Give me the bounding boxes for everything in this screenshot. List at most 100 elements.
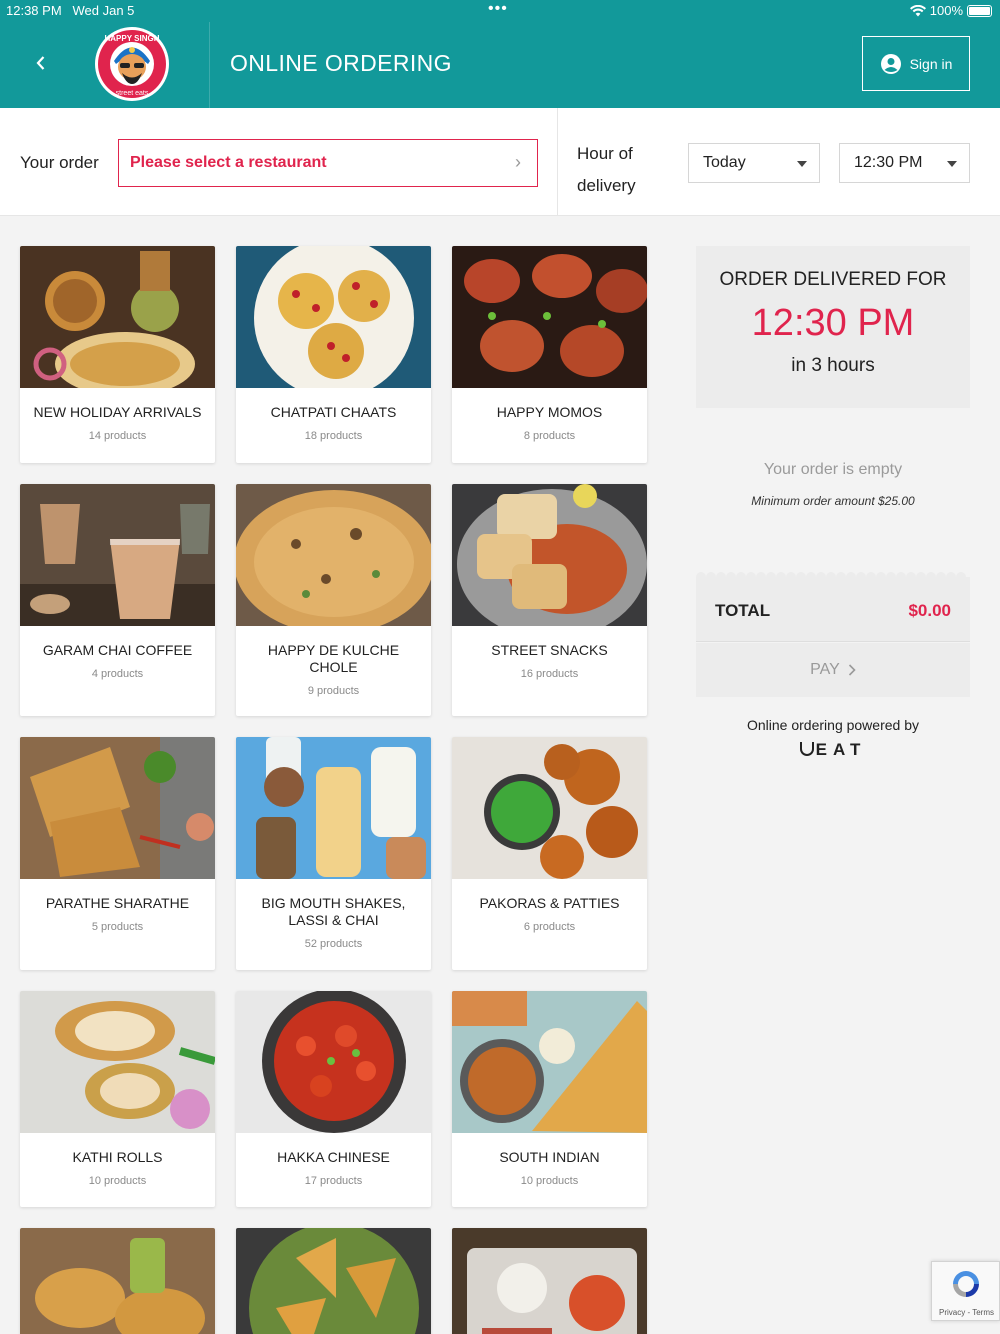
app-header: 12:38 PM Wed Jan 5 ••• 100% HAPPY SINGH … [0, 0, 1000, 108]
category-name: KATHI ROLLS [72, 1149, 163, 1165]
category-image [452, 991, 647, 1133]
category-count: 4 products [91, 668, 144, 680]
page-title: ONLINE ORDERING [230, 50, 452, 76]
category-name: PAKORAS & PATTIES [479, 895, 620, 911]
caret-down-icon [797, 161, 807, 167]
order-delivered-for-label: ORDER DELIVERED FOR [719, 269, 947, 290]
category-card-new-holiday-arrivals[interactable]: NEW HOLIDAY ARRIVALS 14 products [20, 246, 215, 463]
ticket-scallop-edge [696, 397, 970, 408]
restaurant-logo[interactable]: HAPPY SINGH street eats [94, 26, 170, 102]
delivery-time-value: 12:30 PM [854, 154, 923, 171]
category-count: 9 products [307, 685, 360, 697]
delivery-time-display: 12:30 PM [751, 302, 915, 344]
pay-button[interactable]: PAY [696, 643, 970, 697]
category-name: HAKKA CHINESE [277, 1149, 390, 1165]
category-image [236, 484, 431, 626]
logo-text-top: HAPPY SINGH [105, 34, 160, 43]
multitask-dots-icon[interactable]: ••• [488, 0, 508, 18]
category-image [20, 1228, 215, 1334]
category-name: PARATHE SHARATHE [45, 895, 190, 911]
category-card-happy-de-kulche-chole[interactable]: HAPPY DE KULCHE CHOLE 9 products [236, 484, 431, 716]
delivery-time-select[interactable]: 12:30 PM [839, 143, 970, 183]
category-card-street-snacks[interactable]: STREET SNACKS 16 products [452, 484, 647, 716]
delivery-ticket: ORDER DELIVERED FOR 12:30 PM in 3 hours [696, 246, 970, 408]
category-image [452, 1228, 647, 1334]
status-time: 12:38 PM Wed Jan 5 [6, 3, 135, 18]
ueat-logo[interactable]: EAT [696, 740, 970, 760]
delivery-eta: in 3 hours [791, 355, 875, 376]
category-card-south-indian[interactable]: SOUTH INDIAN 10 products [452, 991, 647, 1207]
total-value: $0.00 [908, 601, 951, 620]
chevron-right-icon: › [515, 152, 521, 172]
category-count: 10 products [520, 1175, 579, 1187]
category-card-chatpati-chaats[interactable]: CHATPATI CHAATS 18 products [236, 246, 431, 463]
category-card-big-mouth-shakes[interactable]: BIG MOUTH SHAKES, LASSI & CHAI 52 produc… [236, 737, 431, 970]
category-card-hakka-chinese[interactable]: HAKKA CHINESE 17 products [236, 991, 431, 1207]
restaurant-placeholder: Please select a restaurant [130, 154, 327, 171]
your-order-label: Your order [20, 153, 99, 172]
order-bar-divider [557, 108, 558, 216]
hour-of-delivery-label: Hour of delivery [577, 144, 636, 195]
category-name: HAPPY DE KULCHE CHOLE [267, 642, 400, 675]
category-image [20, 991, 215, 1133]
category-card-partial[interactable] [20, 1228, 215, 1334]
category-image [20, 246, 215, 388]
chevron-left-icon [36, 56, 45, 70]
ueat-u-icon [799, 742, 814, 756]
ueat-brand-text: EAT [815, 740, 867, 759]
category-name: BIG MOUTH SHAKES, LASSI & CHAI [261, 895, 406, 928]
status-bar: 12:38 PM Wed Jan 5 ••• 100% [0, 0, 1000, 22]
category-image [236, 737, 431, 879]
recaptcha-badge[interactable]: Privacy - Terms [931, 1261, 1000, 1321]
happy-singh-logo-icon: HAPPY SINGH street eats [95, 27, 169, 101]
chevron-right-icon [848, 664, 856, 676]
category-card-partial[interactable] [452, 1228, 647, 1334]
category-count: 17 products [304, 1175, 363, 1187]
category-name: STREET SNACKS [491, 642, 608, 658]
category-image [236, 1228, 431, 1334]
category-image [236, 991, 431, 1133]
category-image [20, 737, 215, 879]
category-card-garam-chai-coffee[interactable]: GARAM CHAI COFFEE 4 products [20, 484, 215, 716]
category-image [452, 737, 647, 879]
category-count: 10 products [88, 1175, 147, 1187]
category-image [452, 246, 647, 388]
category-count: 8 products [523, 430, 576, 442]
recaptcha-icon [953, 1271, 979, 1297]
category-card-happy-momos[interactable]: HAPPY MOMOS 8 products [452, 246, 647, 463]
empty-order-label: Your order is empty [763, 461, 903, 478]
category-count: 18 products [304, 430, 363, 442]
total-label: TOTAL [715, 601, 771, 620]
category-card-kathi-rolls[interactable]: KATHI ROLLS 10 products [20, 991, 215, 1207]
category-card-pakoras-patties[interactable]: PAKORAS & PATTIES 6 products [452, 737, 647, 970]
status-right: 100% [909, 3, 992, 18]
user-icon [880, 53, 901, 74]
delivery-day-value: Today [703, 154, 746, 171]
category-card-partial[interactable] [236, 1228, 431, 1334]
category-name: CHATPATI CHAATS [270, 404, 397, 420]
minimum-order-label: Minimum order amount $25.00 [751, 494, 915, 508]
sign-in-button[interactable]: Sign in [862, 36, 970, 91]
recaptcha-links[interactable]: Privacy - Terms [932, 1308, 1000, 1317]
powered-by-label: Online ordering powered by [747, 717, 919, 733]
category-name: GARAM CHAI COFFEE [42, 642, 193, 658]
category-image [20, 484, 215, 626]
category-image [452, 484, 647, 626]
delivery-day-select[interactable]: Today [688, 143, 820, 183]
pay-label: PAY [810, 661, 840, 678]
order-bar: Your order Please select a restaurant › … [0, 108, 1000, 216]
battery-percent: 100% [929, 3, 963, 18]
category-count: 5 products [91, 921, 144, 933]
category-count: 14 products [88, 430, 147, 442]
battery-icon [967, 4, 992, 17]
category-count: 6 products [523, 921, 576, 933]
total-row: TOTAL $0.00 [696, 580, 970, 642]
restaurant-selector[interactable]: Please select a restaurant › [118, 139, 538, 187]
category-name: NEW HOLIDAY ARRIVALS [33, 404, 202, 420]
category-card-parathe-sharathe[interactable]: PARATHE SHARATHE 5 products [20, 737, 215, 970]
category-count: 16 products [520, 668, 579, 680]
category-name: SOUTH INDIAN [499, 1149, 600, 1165]
category-count: 52 products [304, 938, 363, 950]
caret-down-icon [947, 161, 957, 167]
back-button[interactable] [26, 48, 56, 78]
